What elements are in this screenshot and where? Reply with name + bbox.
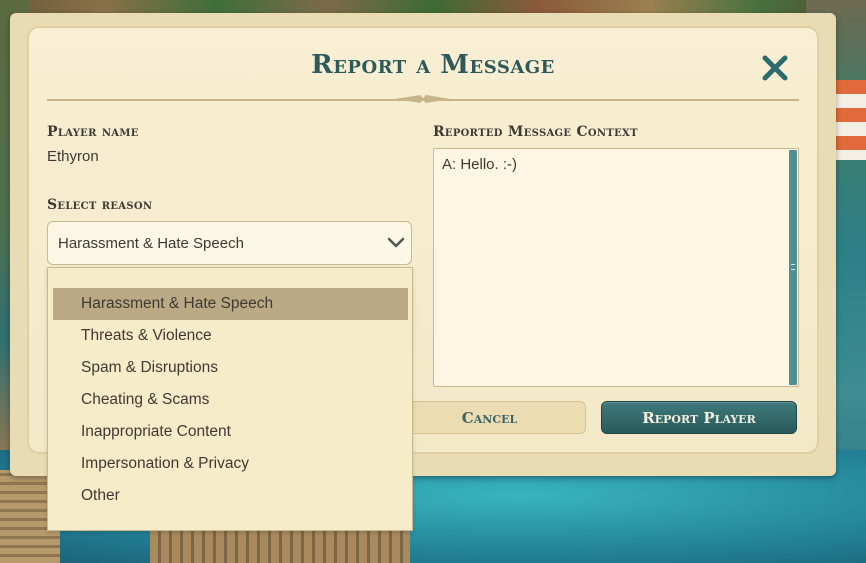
reason-select-value: Harassment & Hate Speech [58, 234, 244, 252]
reason-option[interactable]: Inappropriate Content [53, 416, 408, 448]
reason-select[interactable]: Harassment & Hate Speech [47, 221, 412, 265]
close-button[interactable] [760, 52, 790, 84]
cancel-button[interactable]: Cancel [393, 401, 586, 434]
reason-dropdown-list: Harassment & Hate Speech Threats & Viole… [47, 267, 413, 531]
player-name-label: Player name [47, 124, 139, 140]
message-context-box[interactable]: A: Hello. :-) [433, 148, 799, 387]
select-reason-label: Select reason [47, 197, 153, 213]
chevron-down-icon [381, 222, 411, 264]
reason-option[interactable]: Threats & Violence [53, 320, 408, 352]
player-name-value: Ethyron [47, 148, 99, 165]
context-label: Reported Message Context [433, 124, 638, 140]
reason-option[interactable]: Harassment & Hate Speech [53, 288, 408, 320]
context-scrollbar[interactable] [789, 150, 797, 385]
scrollbar-grip [791, 264, 795, 270]
reason-option[interactable]: Cheating & Scams [53, 384, 408, 416]
reason-option[interactable]: Impersonation & Privacy [53, 448, 408, 480]
message-context-text: A: Hello. :-) [442, 156, 518, 173]
close-icon [762, 55, 788, 81]
reason-option[interactable]: Other [53, 480, 408, 512]
reason-option[interactable]: Spam & Disruptions [53, 352, 408, 384]
report-player-button[interactable]: Report Player [601, 401, 797, 434]
dialog-title: Report a Message [311, 50, 555, 80]
background-awning [836, 80, 866, 160]
